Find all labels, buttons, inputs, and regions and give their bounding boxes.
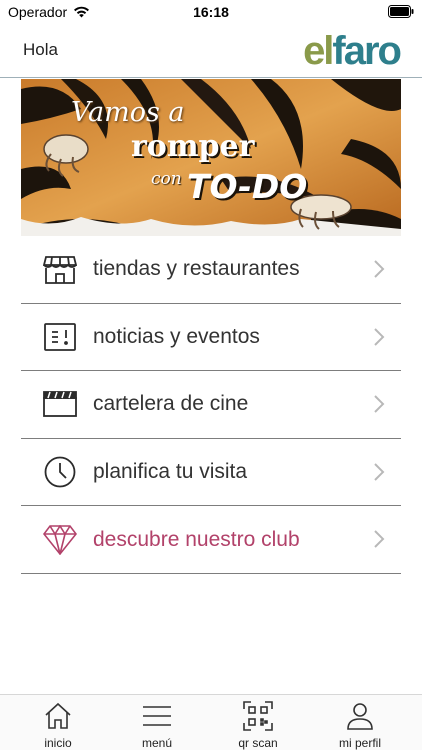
- tab-mi-perfil[interactable]: mi perfil: [310, 695, 410, 750]
- tab-label: inicio: [44, 736, 72, 750]
- chevron-right-icon: [374, 327, 385, 346]
- main-menu-list: tiendas y restaurantes noticias y evento…: [21, 236, 401, 574]
- menu-item-noticias[interactable]: noticias y eventos: [21, 304, 401, 372]
- chevron-right-icon: [374, 530, 385, 549]
- status-bar: Operador 16:18: [0, 0, 422, 24]
- menu-item-visita[interactable]: planifica tu visita: [21, 439, 401, 507]
- news-icon: [42, 320, 78, 354]
- tab-label: mi perfil: [338, 736, 381, 750]
- chevron-right-icon: [374, 260, 385, 278]
- greeting: Hola: [23, 40, 58, 59]
- logo-faro: faro: [332, 29, 402, 73]
- battery-icon: [388, 5, 414, 18]
- store-icon: [42, 252, 78, 286]
- banner-line-3: con: [151, 169, 182, 189]
- banner-line-2: romper: [131, 129, 255, 164]
- logo-el: el: [303, 29, 334, 73]
- menu-item-club[interactable]: descubre nuestro club: [21, 506, 401, 574]
- chevron-right-icon: [374, 395, 385, 413]
- app-header: Hola elfaro: [0, 24, 422, 78]
- menu-item-label: planifica tu visita: [93, 460, 248, 484]
- qr-icon: [243, 701, 273, 731]
- banner-line-1: Vamos a: [71, 97, 185, 128]
- menu-item-label: tiendas y restaurantes: [93, 257, 300, 281]
- clock-icon: [42, 455, 78, 489]
- hamburger-icon: [143, 706, 171, 726]
- tab-menu[interactable]: menú: [107, 695, 207, 750]
- tab-label: qr scan: [238, 736, 278, 750]
- tab-qr-scan[interactable]: qr scan: [208, 695, 308, 750]
- clapperboard-icon: [42, 387, 78, 421]
- diamond-icon: [42, 523, 78, 557]
- menu-item-tiendas[interactable]: tiendas y restaurantes: [21, 236, 401, 304]
- user-icon: [347, 703, 373, 730]
- tab-label: menú: [141, 736, 173, 750]
- elfaro-logo[interactable]: elfaro: [303, 29, 402, 73]
- banner-line-4: TO-DO: [187, 167, 308, 206]
- promo-banner[interactable]: Vamos a romper con TO-DO: [21, 79, 401, 236]
- menu-item-label: cartelera de cine: [93, 392, 249, 416]
- menu-item-cine[interactable]: cartelera de cine: [21, 371, 401, 439]
- menu-item-label: noticias y eventos: [93, 324, 260, 348]
- chevron-right-icon: [374, 463, 385, 481]
- tab-inicio[interactable]: inicio: [8, 695, 108, 750]
- home-icon: [45, 702, 71, 729]
- menu-item-label: descubre nuestro club: [93, 527, 300, 551]
- bottom-tab-bar: inicio menú qr scan mi perfil: [0, 694, 422, 750]
- clock-time: 16:18: [193, 4, 229, 20]
